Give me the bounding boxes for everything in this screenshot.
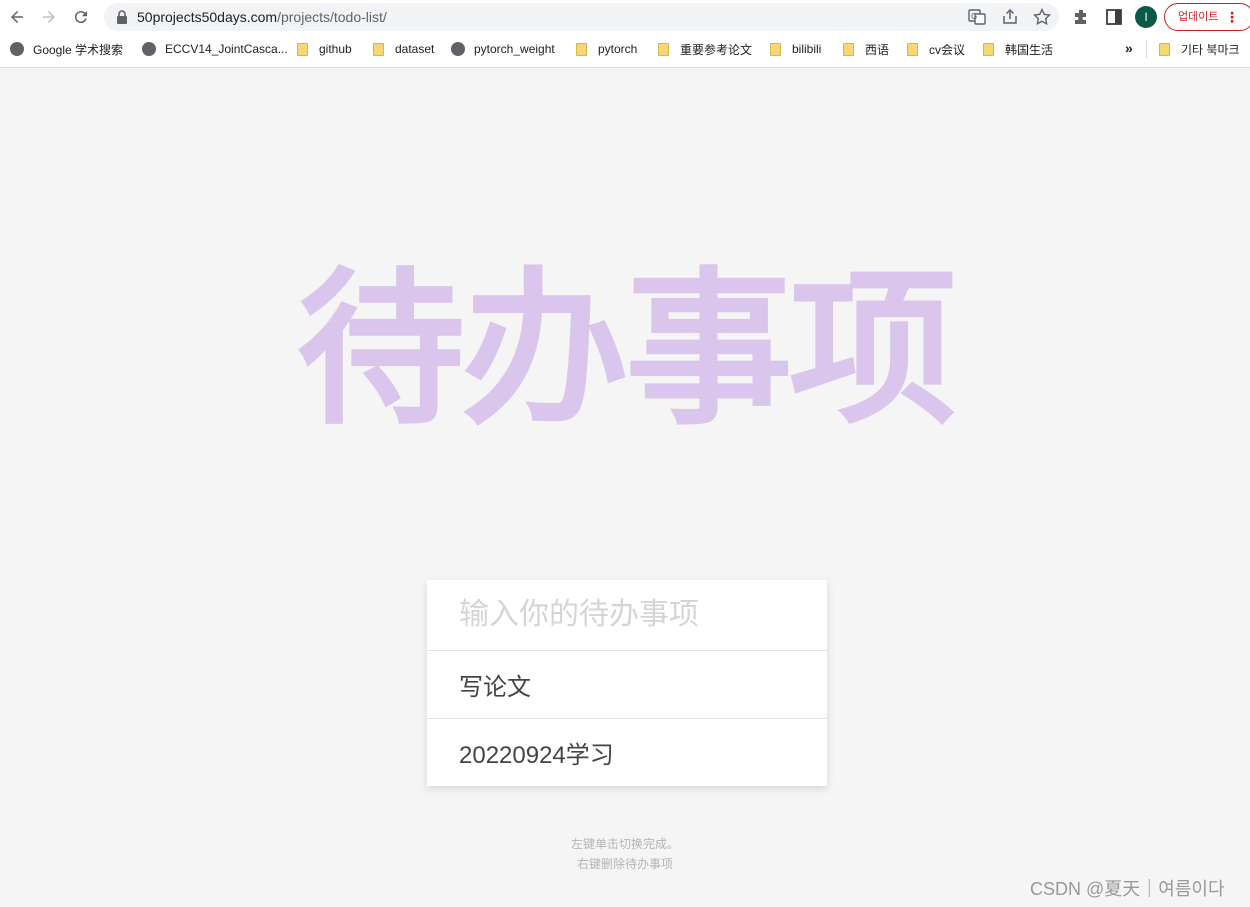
- bookmark-item[interactable]: github: [295, 40, 352, 58]
- back-arrow-icon[interactable]: [5, 5, 29, 29]
- side-panel-icon[interactable]: [1104, 7, 1124, 27]
- bookmark-item[interactable]: cv会议: [905, 40, 965, 58]
- bookmark-label: pytorch_weight: [474, 42, 555, 56]
- todo-form: 写论文 20220924学习: [427, 580, 827, 786]
- bookmark-item[interactable]: 重要参考论文: [656, 40, 752, 58]
- bookmark-item[interactable]: bilibili: [768, 40, 821, 58]
- address-bar[interactable]: 50projects50days.com/projects/todo-list/…: [104, 3, 1059, 31]
- bookmark-label: dataset: [395, 42, 435, 56]
- forward-arrow-icon[interactable]: [37, 5, 61, 29]
- globe-icon: [142, 42, 156, 56]
- reload-icon[interactable]: [69, 5, 93, 29]
- bookmarks-divider: [1146, 40, 1147, 58]
- bookmark-label: 重要参考论文: [680, 42, 753, 57]
- globe-icon: [10, 42, 24, 56]
- todo-item[interactable]: 20220924学习: [427, 718, 827, 786]
- bookmark-item[interactable]: Google 学术搜索: [10, 40, 123, 58]
- browser-toolbar: 50projects50days.com/projects/todo-list/…: [0, 0, 1250, 34]
- translate-icon[interactable]: G: [968, 8, 986, 26]
- usage-hint: 左键单击切换完成。 右键删除待办事项: [0, 834, 1250, 874]
- star-icon[interactable]: [1033, 8, 1051, 26]
- bookmark-item[interactable]: pytorch: [574, 40, 637, 58]
- extensions-icon[interactable]: [1072, 7, 1092, 27]
- folder-icon: [658, 42, 669, 56]
- other-bookmarks-label: 기타 북마크: [1181, 42, 1240, 57]
- bookmark-item[interactable]: pytorch_weight: [451, 40, 555, 58]
- bookmark-item[interactable]: 韩国生活: [981, 40, 1053, 58]
- bookmark-item[interactable]: ECCV14_JointCasca...: [142, 40, 288, 58]
- page-title: 待办事项: [297, 256, 957, 444]
- lock-icon: [117, 10, 127, 24]
- bookmark-label: github: [319, 42, 352, 56]
- other-bookmarks[interactable]: 기타 북마크: [1157, 40, 1240, 58]
- folder-icon: [297, 42, 308, 56]
- bookmarks-overflow-icon[interactable]: »: [1125, 40, 1133, 56]
- bookmark-item[interactable]: dataset: [371, 40, 434, 58]
- update-button[interactable]: 업데이트 ⋮: [1164, 3, 1250, 31]
- folder-icon: [983, 42, 994, 56]
- url-host: 50projects50days.com: [137, 9, 278, 25]
- browser-chrome: 50projects50days.com/projects/todo-list/…: [0, 0, 1250, 68]
- url-path: /projects/todo-list/: [277, 9, 387, 25]
- hint-line-right-click: 右键删除待办事项: [576, 857, 673, 871]
- bookmark-label: 西语: [865, 42, 890, 57]
- folder-icon: [770, 42, 781, 56]
- bookmark-item[interactable]: 西语: [841, 40, 889, 58]
- todo-item[interactable]: 写论文: [427, 650, 827, 718]
- folder-icon: [1159, 42, 1170, 56]
- folder-icon: [576, 42, 587, 56]
- hint-line-left-click: 左键单击切换完成。: [570, 837, 679, 851]
- page-content: 待办事项 写论文 20220924学习 左键单击切换完成。 右键删除待办事项 C…: [0, 68, 1250, 907]
- bookmark-label: Google 学术搜索: [33, 42, 124, 57]
- share-icon[interactable]: [1001, 8, 1019, 26]
- bookmarks-bar: Google 学术搜索 ECCV14_JointCasca... github …: [0, 36, 1250, 62]
- bookmark-label: pytorch: [598, 42, 638, 56]
- globe-icon: [451, 42, 465, 56]
- todo-input[interactable]: [427, 580, 827, 650]
- folder-icon: [373, 42, 384, 56]
- bookmark-label: cv会议: [929, 42, 966, 57]
- bookmark-label: ECCV14_JointCasca...: [165, 42, 288, 56]
- more-menu-icon[interactable]: ⋮: [1225, 4, 1239, 30]
- folder-icon: [843, 42, 854, 56]
- bookmark-label: 韩国生活: [1005, 42, 1054, 57]
- profile-avatar[interactable]: I: [1135, 6, 1157, 28]
- svg-text:G: G: [971, 12, 977, 21]
- folder-icon: [907, 42, 918, 56]
- bookmark-label: bilibili: [792, 42, 822, 56]
- url-text[interactable]: 50projects50days.com/projects/todo-list/: [137, 9, 387, 25]
- todo-list: 写论文 20220924学习: [427, 650, 827, 786]
- watermark: CSDN @夏天｜여름이다: [1030, 879, 1225, 899]
- update-label: 업데이트: [1178, 11, 1219, 23]
